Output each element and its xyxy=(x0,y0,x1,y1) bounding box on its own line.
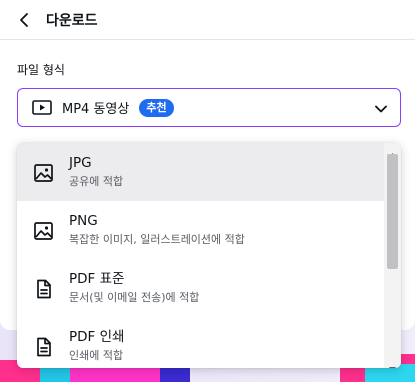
option-title: PDF 표준 xyxy=(69,271,125,287)
image-icon xyxy=(33,162,55,184)
scroll-down-arrow-icon[interactable] xyxy=(388,358,397,368)
option-title: PNG xyxy=(69,213,98,229)
option-list: JPG 공유에 적합 PNG 복잡한 이미지, 일러스트레이션에 적합 PDF … xyxy=(17,143,384,368)
scroll-up-arrow-icon[interactable] xyxy=(388,145,397,158)
option-jpg[interactable]: JPG 공유에 적합 xyxy=(17,143,384,201)
file-type-dropdown: JPG 공유에 적합 PNG 복잡한 이미지, 일러스트레이션에 적합 PDF … xyxy=(17,143,401,368)
chevron-left-icon xyxy=(20,12,28,27)
option-description: 공유에 적합 xyxy=(69,175,124,188)
file-type-label: 파일 형식 xyxy=(17,63,65,77)
option-description: 인쇄에 적합 xyxy=(69,349,124,362)
document-icon xyxy=(33,336,55,358)
option-pdf-standard[interactable]: PDF 표준 문서(및 이메일 전송)에 적합 xyxy=(17,259,384,317)
option-description: 문서(및 이메일 전송)에 적합 xyxy=(69,291,200,304)
video-icon xyxy=(32,100,54,116)
file-type-select[interactable]: MP4 동영상 추천 xyxy=(17,88,401,127)
selected-format-label: MP4 동영상 xyxy=(62,102,130,117)
dropdown-scrollbar[interactable] xyxy=(384,143,401,368)
panel-header: 다운로드 xyxy=(0,0,415,40)
download-panel: 다운로드 파일 형식 MP4 동영상 추천 JPG 공유에 적합 PNG 복잡한… xyxy=(0,0,415,368)
document-icon xyxy=(33,278,55,300)
recommended-badge: 추천 xyxy=(139,98,174,117)
canvas-shape xyxy=(40,368,70,382)
option-title: PDF 인쇄 xyxy=(69,329,125,345)
image-icon xyxy=(33,220,55,242)
option-pdf-print[interactable]: PDF 인쇄 인쇄에 적합 xyxy=(17,317,384,368)
chevron-down-icon xyxy=(374,101,388,115)
scrollbar-thumb[interactable] xyxy=(387,154,398,269)
back-button[interactable] xyxy=(14,10,34,30)
panel-title: 다운로드 xyxy=(46,12,98,29)
option-description: 복잡한 이미지, 일러스트레이션에 적합 xyxy=(69,233,245,246)
option-png[interactable]: PNG 복잡한 이미지, 일러스트레이션에 적합 xyxy=(17,201,384,259)
option-title: JPG xyxy=(69,155,92,171)
